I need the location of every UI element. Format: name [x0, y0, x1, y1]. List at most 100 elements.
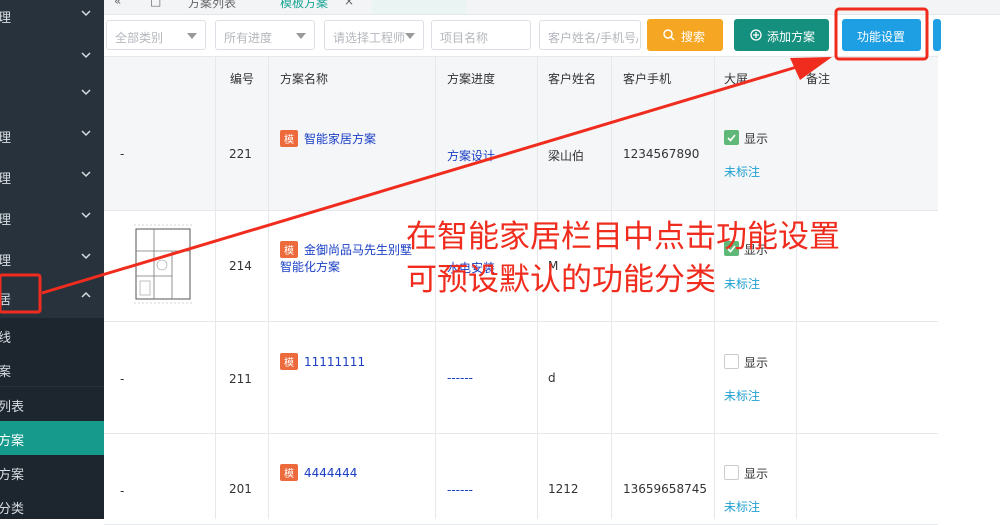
sidebar-subitem[interactable]: 线 [0, 318, 104, 352]
table-header: 编号 方案名称 方案进度 客户姓名 客户手机 大屏 备注 [104, 56, 938, 100]
caret-down-icon [405, 33, 415, 39]
customer-input[interactable]: 客户姓名/手机号/ [539, 20, 641, 50]
sidebar-item[interactable] [0, 37, 104, 77]
table-row[interactable]: - 221 模智能家居方案 方案设计 梁山伯 1234567890 显示 未标注 [104, 99, 938, 211]
filter-bar: 全部类别 所有进度 请选择工程师 项目名称 客户姓名/手机号/ 搜索 添加方案 … [104, 15, 1000, 55]
row-name[interactable]: 模 11111111 [280, 353, 365, 370]
screen-label: 显示 [744, 467, 769, 481]
add-plan-button[interactable]: 添加方案 [734, 19, 829, 51]
row-name[interactable]: 模智能家居方案 [280, 130, 376, 147]
sidebar-item[interactable]: 理 [0, 0, 104, 35]
col-header-phone: 客户手机 [623, 72, 672, 86]
floor-plan-image [134, 224, 192, 304]
more-button[interactable] [933, 19, 941, 51]
sidebar: 理 理 理 理 理 居 线 案 列表 方案 方案 分类 [0, 0, 104, 519]
screen-checkbox[interactable] [724, 130, 739, 145]
annotation-line1: 在智能家居栏目中点击功能设置 [406, 219, 840, 255]
sidebar-item[interactable] [0, 74, 104, 114]
sidebar-subitem[interactable]: 方案 [0, 455, 104, 489]
sidebar-item-label: 理 [0, 213, 12, 228]
row-name-line2[interactable]: 智能化方案 [280, 258, 340, 275]
progress-select[interactable]: 所有进度 [215, 20, 315, 50]
screen-checkbox[interactable] [724, 465, 739, 480]
template-badge: 模 [280, 130, 298, 147]
chevron-down-icon [81, 10, 91, 17]
search-button[interactable]: 搜索 [647, 19, 723, 51]
row-image-placeholder: - [120, 147, 125, 161]
engineer-select-value: 请选择工程师 [333, 31, 405, 45]
mark-link[interactable]: 未标注 [724, 387, 760, 404]
sidebar-subitem[interactable]: 分类 [0, 489, 104, 519]
tab-bar: « □ 方案列表 模板方案 × [104, 0, 1000, 15]
col-header-customer: 客户姓名 [548, 72, 597, 86]
search-button-label: 搜索 [681, 30, 706, 44]
chevron-down-icon [81, 171, 91, 178]
chevron-down-icon [81, 212, 91, 219]
tab-list[interactable]: 方案列表 [188, 0, 236, 14]
row-customer: 梁山伯 [548, 149, 585, 163]
sidebar-subitem-active[interactable]: 方案 [0, 421, 104, 455]
sidebar-subitem[interactable]: 列表 [0, 387, 104, 421]
row-name-link[interactable]: 11111111 [304, 355, 365, 369]
annotation-line2: 可预设默认的功能分类 [406, 262, 716, 298]
row-name[interactable]: 模金御尚品马先生别墅 [280, 241, 412, 258]
floor-plan-thumbnail[interactable] [132, 221, 194, 305]
column-divider [215, 56, 216, 519]
home-icon[interactable]: □ [150, 0, 161, 14]
sidebar-subitem-label: 方案 [0, 434, 25, 449]
chevron-up-icon [81, 291, 91, 298]
project-name-input[interactable]: 项目名称 [431, 20, 531, 50]
tab-template-active[interactable] [372, 0, 466, 14]
project-name-placeholder: 项目名称 [440, 31, 489, 45]
col-header-progress: 方案进度 [447, 72, 496, 86]
sidebar-item-smart-home[interactable]: 居 [0, 277, 104, 317]
table-row[interactable]: - 211 模 11111111 ------ d 显示 未标注 [104, 322, 938, 434]
row-name[interactable]: 模 4444444 [280, 464, 357, 481]
row-name-link[interactable]: 4444444 [304, 466, 357, 480]
row-id: 211 [229, 372, 252, 386]
row-name-link[interactable]: 智能家居方案 [304, 132, 376, 146]
category-select-value: 全部类别 [115, 31, 164, 45]
row-name-link[interactable]: 金御尚品马先生别墅 [304, 243, 412, 257]
category-select[interactable]: 全部类别 [106, 20, 206, 50]
search-icon [663, 29, 675, 41]
row-phone: 13659658745 [623, 482, 707, 496]
row-progress[interactable]: ------ [447, 371, 473, 385]
mark-link[interactable]: 未标注 [724, 163, 760, 180]
screen-label: 显示 [744, 132, 769, 146]
sidebar-item[interactable]: 理 [0, 115, 104, 155]
screen-checkbox[interactable] [724, 354, 739, 369]
plus-circle-icon [750, 29, 762, 41]
col-header-name: 方案名称 [280, 72, 329, 86]
close-icon[interactable]: × [344, 0, 354, 14]
column-divider [268, 56, 269, 519]
tab-template[interactable]: 模板方案 [280, 0, 328, 14]
row-progress[interactable]: ------ [447, 483, 473, 497]
feature-settings-button[interactable]: 功能设置 [842, 19, 921, 51]
annotation-text: 在智能家居栏目中点击功能设置 可预设默认的功能分类 [406, 216, 926, 302]
sidebar-item[interactable]: 理 [0, 197, 104, 237]
table-row[interactable]: - 201 模 4444444 ------ 1212 13659658745 显… [104, 434, 938, 525]
row-progress[interactable]: 方案设计 [447, 147, 495, 164]
row-phone: 1234567890 [623, 147, 700, 161]
col-header-screen: 大屏 [724, 72, 749, 86]
sidebar-item[interactable]: 理 [0, 156, 104, 196]
row-id: 221 [229, 147, 252, 161]
feature-settings-button-label: 功能设置 [857, 30, 906, 44]
sidebar-subitem[interactable]: 案 [0, 352, 104, 386]
add-plan-button-label: 添加方案 [767, 30, 816, 44]
col-header-remark: 备注 [806, 72, 831, 86]
sidebar-subitem-label: 列表 [0, 400, 25, 415]
sidebar-item-label: 理 [0, 11, 12, 26]
chevron-down-icon [81, 130, 91, 137]
sidebar-item-label: 理 [0, 254, 12, 269]
template-badge: 模 [280, 353, 298, 370]
sidebar-subitem-label: 分类 [0, 502, 25, 517]
mark-link[interactable]: 未标注 [724, 498, 760, 515]
sidebar-item[interactable]: 理 [0, 238, 104, 278]
row-id: 201 [229, 482, 252, 496]
chevron-down-icon [81, 89, 91, 96]
collapse-icon[interactable]: « [114, 0, 121, 14]
template-badge: 模 [280, 464, 298, 481]
engineer-select[interactable]: 请选择工程师 [324, 20, 424, 50]
